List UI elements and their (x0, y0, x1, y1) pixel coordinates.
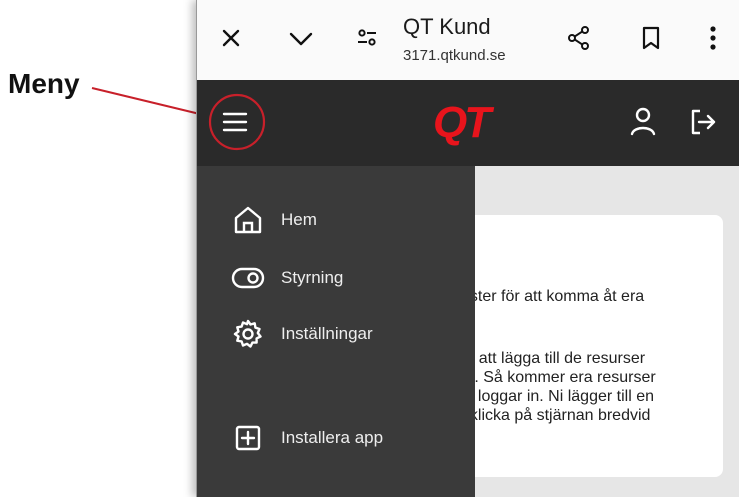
card-text-line: nster för att komma åt era (461, 288, 645, 305)
plus-square-icon (231, 421, 265, 455)
phone-screen: QT Kund 3171.qtkund.se QT nster för att … (196, 0, 739, 497)
toggle-icon (231, 261, 265, 295)
card-text-line: t klicka på stjärnan bredvid (461, 407, 651, 424)
chevron-down-icon[interactable] (283, 20, 319, 56)
share-icon[interactable] (561, 20, 597, 56)
menu-item-label: Styrning (281, 268, 344, 287)
bookmark-icon[interactable] (633, 20, 669, 56)
close-icon[interactable] (213, 20, 249, 56)
hamburger-menu-icon[interactable] (215, 102, 255, 142)
menu-item-styrning[interactable]: Styrning (231, 260, 343, 296)
gear-icon (231, 317, 265, 351)
card-text-line: er. Så kommer era resurser (461, 369, 656, 386)
home-icon (231, 203, 265, 237)
qt-logo[interactable]: QT (433, 98, 491, 148)
menu-item-label: Hem (281, 210, 317, 229)
card-text-line: m att lägga till de resurser (461, 350, 646, 367)
app-header: QT (197, 80, 739, 166)
card-text-line: ni loggar in. Ni lägger till en (461, 388, 654, 405)
page-url: 3171.qtkund.se (403, 47, 506, 64)
navigation-drawer: Hem Styrning Inställningar Installera ap… (197, 166, 475, 497)
logout-icon[interactable] (683, 102, 723, 142)
content-card: nster för att komma åt era m att lägga t… (447, 215, 723, 477)
menu-item-installera-app[interactable]: Installera app (231, 420, 383, 456)
menu-item-label: Inställningar (281, 324, 373, 343)
menu-item-label: Installera app (281, 428, 384, 447)
browser-toolbar: QT Kund 3171.qtkund.se (197, 0, 739, 80)
page-title: QT Kund (403, 14, 491, 39)
user-icon[interactable] (623, 102, 663, 142)
more-vert-icon[interactable] (695, 20, 731, 56)
site-settings-icon[interactable] (349, 20, 385, 56)
menu-item-hem[interactable]: Hem (231, 202, 317, 238)
menu-item-installningar[interactable]: Inställningar (231, 316, 373, 352)
